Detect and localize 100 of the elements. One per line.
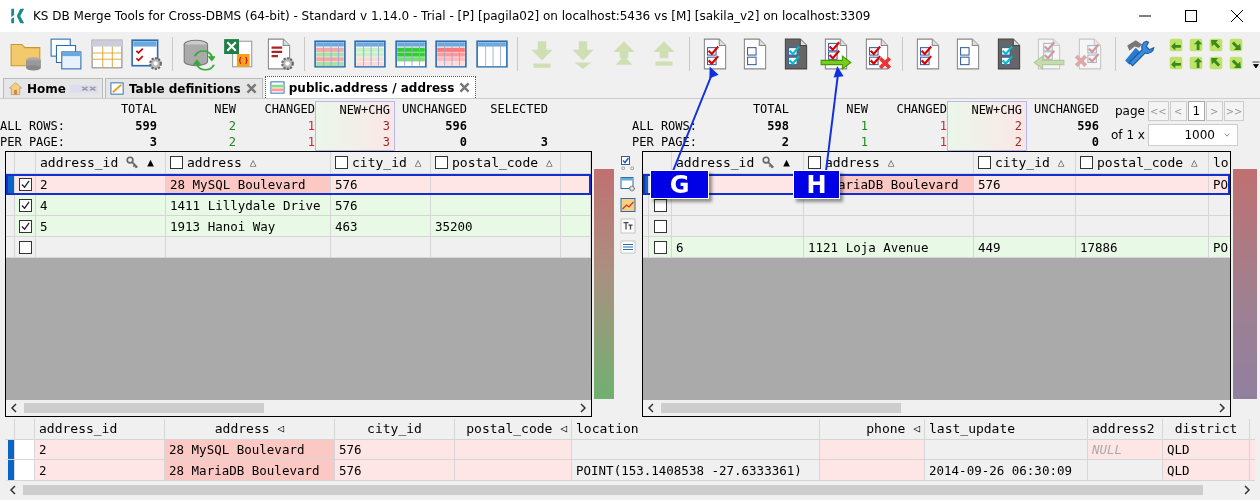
- table-cell: PO: [1209, 237, 1230, 258]
- count: 0: [1090, 134, 1099, 151]
- sort-indicator[interactable]: ▲: [783, 156, 790, 169]
- column-header[interactable]: city_id △: [331, 152, 431, 174]
- sort-indicator[interactable]: ◁: [277, 422, 285, 436]
- column-label: city_id: [367, 421, 422, 437]
- sort-indicator[interactable]: ◁: [913, 422, 920, 436]
- sort-indicator[interactable]: ◁: [560, 422, 567, 436]
- table-cell: 28 MySQL Boulevard: [166, 174, 331, 195]
- table-cell: 2: [35, 439, 165, 461]
- column-header: UNCHANGED: [1032, 101, 1099, 118]
- sort-indicator[interactable]: △: [546, 156, 553, 169]
- column-label: address2: [1092, 421, 1155, 437]
- column-label: phone: [866, 421, 906, 437]
- table-row[interactable]: 2 28 MySQL Boulevard 576: [6, 174, 591, 195]
- column-header: NEW: [213, 101, 236, 118]
- count: 1: [859, 118, 868, 134]
- count: 1: [306, 118, 315, 134]
- column-label: city_id: [995, 155, 1050, 170]
- column-header[interactable]: address ◁: [165, 419, 335, 440]
- column-label: address: [187, 155, 242, 170]
- column-header[interactable]: postal_code △: [1076, 152, 1209, 174]
- table-cell: 576: [335, 460, 455, 481]
- tab-label: Home: [27, 81, 66, 96]
- table-cell: 2014-09-26 06:30:09: [925, 460, 1088, 481]
- column-header: NEW+CHG: [315, 101, 395, 118]
- column-header: TOTAL: [119, 101, 157, 118]
- column-header: CHANGED: [895, 101, 947, 118]
- count: 1: [306, 134, 315, 151]
- table-cell: POINT(153.1408538 -27.6333361): [572, 460, 820, 481]
- column-label: address_id: [40, 155, 119, 170]
- column-header[interactable]: district: [1163, 419, 1250, 440]
- sort-indicator[interactable]: △: [414, 156, 422, 169]
- tab-label: public.address / address: [288, 80, 455, 95]
- row-label: ALL ROWS:: [0, 118, 67, 134]
- count: 2: [780, 134, 789, 151]
- table-cell: 1121 Loja Avenue: [804, 237, 974, 258]
- column-label: address_id: [39, 421, 118, 437]
- table-cell: QLD: [1163, 439, 1250, 461]
- table-cell: 28 MySQL Boulevard: [165, 439, 335, 461]
- column-header[interactable]: location: [572, 419, 820, 440]
- sort-indicator[interactable]: △: [1191, 156, 1198, 169]
- column-header[interactable]: address △: [166, 152, 331, 174]
- count: 2: [227, 118, 236, 134]
- sort-indicator[interactable]: △: [887, 156, 895, 169]
- count: 596: [444, 118, 467, 134]
- count: 1: [938, 118, 947, 134]
- column-label: address_id: [676, 155, 755, 170]
- table-row[interactable]: 5 1913 Hanoi Way 463 35200: [6, 216, 591, 237]
- column-label: postal_code: [466, 421, 553, 437]
- annotation-tooltip: G: [650, 170, 709, 199]
- count: 2: [947, 134, 1027, 151]
- tab[interactable]: Table definitions: [104, 78, 263, 98]
- column-header[interactable]: address2: [1088, 419, 1163, 440]
- column-header: SELECTED: [489, 101, 548, 118]
- column-label: location: [576, 421, 639, 437]
- sort-indicator[interactable]: △: [249, 156, 257, 169]
- tab-label: Table definitions: [128, 81, 241, 96]
- table-cell: 17886: [1076, 237, 1209, 258]
- table-cell: 576: [335, 439, 455, 461]
- count: 3: [315, 134, 395, 151]
- column-label: last_update: [929, 421, 1016, 437]
- column-header[interactable]: address_id ▲: [672, 152, 804, 174]
- column-label: postal_code: [452, 155, 539, 170]
- column-header[interactable]: postal_code △: [431, 152, 561, 174]
- row-label: PER PAGE:: [0, 134, 67, 151]
- column-header: CHANGED: [263, 101, 315, 118]
- page-size-dropdown[interactable]: 1000: [1147, 124, 1238, 146]
- window-title: KS DB Merge Tools for Cross-DBMS (64-bit) - Standard v 1.14.0 - Trial - [P] [pagila02] on localhost:5436 vs [M] [sakila_v2] on localhost:3309: [33, 9, 872, 23]
- count: 3: [148, 134, 157, 151]
- table-cell: 6: [672, 237, 804, 258]
- column-header: UNCHANGED: [400, 101, 467, 118]
- null-value: NULL: [1088, 439, 1163, 461]
- sort-indicator[interactable]: △: [1057, 156, 1065, 169]
- column-label: postal_code: [1097, 155, 1184, 170]
- count: 0: [458, 134, 467, 151]
- page-number[interactable]: 1: [1187, 101, 1205, 121]
- tab[interactable]: Home: [3, 78, 103, 98]
- count: 2: [947, 118, 1027, 134]
- column-header[interactable]: phone ◁: [820, 419, 925, 440]
- table-row[interactable]: 4 1411 Lillydale Drive 576: [6, 195, 591, 216]
- column-header[interactable]: postal_code ◁: [455, 419, 572, 440]
- column-header: NEW+CHG: [947, 101, 1027, 118]
- sort-indicator[interactable]: ▲: [147, 156, 154, 169]
- annotation-tooltip: H: [793, 170, 840, 199]
- column-header[interactable]: last_update: [925, 419, 1088, 440]
- tab[interactable]: public.address / address: [264, 76, 477, 98]
- column-header[interactable]: address_id ▲: [36, 152, 166, 174]
- column-header[interactable]: city_id △: [974, 152, 1076, 174]
- count: 3: [315, 118, 395, 134]
- page-label: page: [1113, 104, 1145, 118]
- column-header: TOTAL: [751, 101, 789, 118]
- count: 596: [1076, 118, 1099, 134]
- count: 598: [766, 118, 789, 134]
- table-cell: 2: [35, 460, 165, 481]
- column-header[interactable]: address_id: [35, 419, 165, 440]
- column-label: address: [214, 421, 270, 437]
- column-header[interactable]: city_id: [335, 419, 455, 440]
- table-row[interactable]: 6 1121 Loja Avenue 449 17886 PO: [643, 237, 1230, 258]
- count: 1: [938, 134, 947, 151]
